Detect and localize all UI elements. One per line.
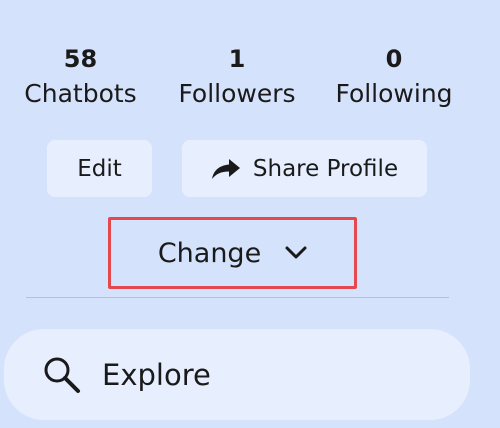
- stat-followers[interactable]: 1 Followers: [170, 42, 304, 112]
- share-profile-button[interactable]: Share Profile: [182, 140, 427, 197]
- share-arrow-icon: [211, 158, 240, 179]
- stat-following[interactable]: 0 Following: [326, 42, 462, 112]
- stat-chatbots[interactable]: 58 Chatbots: [13, 42, 148, 112]
- stat-chatbots-count: 58: [63, 45, 98, 73]
- stat-following-count: 0: [385, 45, 403, 73]
- change-dropdown-label: Change: [157, 237, 262, 269]
- search-icon: [44, 357, 80, 393]
- stat-chatbots-label: Chatbots: [24, 79, 137, 108]
- change-dropdown[interactable]: Change: [108, 217, 357, 289]
- stat-followers-label: Followers: [178, 79, 296, 108]
- explore-nav-item[interactable]: Explore: [4, 329, 470, 420]
- explore-label: Explore: [102, 357, 211, 392]
- edit-button[interactable]: Edit: [47, 140, 152, 197]
- stat-followers-count: 1: [228, 45, 246, 73]
- stat-following-label: Following: [335, 79, 453, 108]
- profile-stats: 58 Chatbots 1 Followers 0 Following: [0, 42, 470, 122]
- chevron-down-icon: [285, 246, 307, 259]
- divider: [26, 297, 449, 298]
- share-profile-label: Share Profile: [252, 155, 399, 182]
- edit-button-label: Edit: [77, 155, 122, 182]
